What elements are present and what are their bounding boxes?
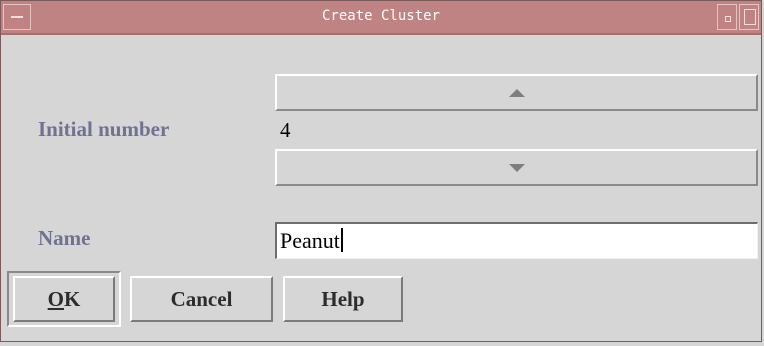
maximize-icon[interactable] [739, 4, 759, 30]
name-input-value: Peanut [280, 228, 340, 253]
dialog-window: Create Cluster Initial number 4 Name Pea… [0, 0, 762, 342]
window-title: Create Cluster [321, 8, 440, 24]
triangle-down-icon [508, 164, 525, 172]
help-button[interactable]: Help [283, 276, 403, 322]
spin-up-button[interactable] [275, 74, 758, 111]
name-label: Name [38, 226, 91, 250]
text-caret [340, 228, 343, 252]
spin-down-button[interactable] [275, 149, 758, 186]
name-input[interactable]: Peanut [275, 222, 758, 259]
initial-number-value[interactable]: 4 [275, 112, 758, 149]
ok-label-rest: K [64, 287, 81, 311]
ok-mnemonic: O [47, 287, 64, 311]
initial-number-label: Initial number [38, 117, 170, 141]
minimize-icon[interactable] [717, 4, 737, 30]
triangle-up-icon [508, 89, 525, 97]
title-bar[interactable]: Create Cluster [1, 1, 761, 35]
cancel-button[interactable]: Cancel [130, 276, 273, 322]
ok-button[interactable]: OK [13, 276, 115, 322]
